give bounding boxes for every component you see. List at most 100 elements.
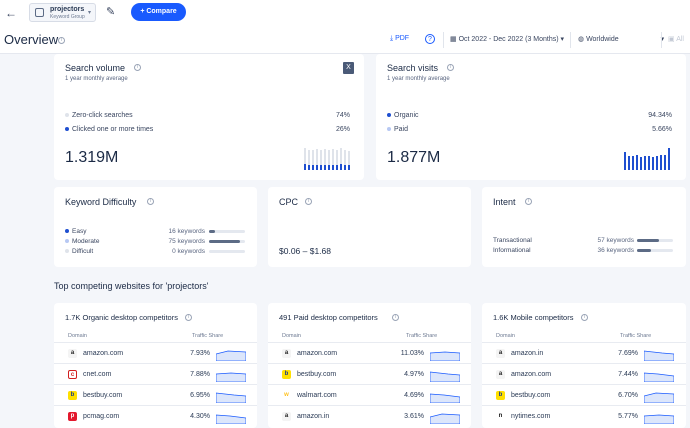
keyword-group-selector[interactable]: projectors Keyword Group ▾	[29, 3, 96, 22]
domain-name[interactable]: cnet.com	[83, 371, 111, 378]
traffic-sparkline	[430, 351, 460, 361]
difficulty-bar	[209, 240, 245, 243]
traffic-share-value: 11.03%	[400, 350, 424, 357]
domain-name[interactable]: nytimes.com	[511, 413, 550, 420]
traffic-share-header: Traffic Share	[406, 333, 438, 339]
table-row[interactable]: a amazon.com 7.44%	[482, 363, 686, 384]
info-icon[interactable]: i	[525, 198, 532, 205]
table-row[interactable]: p pcmag.com 4.30%	[54, 405, 257, 426]
domain-name[interactable]: pcmag.com	[83, 413, 119, 420]
mini-bar	[336, 150, 338, 170]
sparkline-path	[216, 350, 246, 361]
difficulty-bar-fill	[209, 240, 240, 243]
mini-bar-segment	[332, 165, 334, 170]
difficulty-bar	[209, 230, 245, 233]
info-icon[interactable]: i	[305, 198, 312, 205]
domain-name[interactable]: bestbuy.com	[297, 371, 336, 378]
table-row[interactable]: a amazon.com 11.03%	[268, 342, 471, 363]
difficulty-name: Moderate	[72, 238, 100, 245]
sparkline-path	[430, 371, 460, 382]
info-icon[interactable]: i	[185, 314, 192, 321]
mini-bar-segment	[324, 165, 326, 170]
search-volume-bars	[304, 146, 352, 170]
domain-name[interactable]: amazon.com	[511, 371, 551, 378]
info-icon[interactable]: i	[58, 37, 65, 44]
mini-bar	[660, 155, 662, 170]
mini-bar-segment	[308, 165, 310, 170]
mini-bar	[308, 150, 310, 170]
clicked-value: 26%	[335, 126, 350, 133]
card-title: CPC	[279, 197, 299, 207]
info-icon[interactable]: i	[147, 198, 154, 205]
domain-name[interactable]: bestbuy.com	[511, 392, 550, 399]
pencil-icon[interactable]: ✎	[106, 5, 115, 18]
traffic-sparkline	[430, 413, 460, 424]
amazon-icon: a	[496, 370, 505, 379]
legend-dot	[65, 113, 69, 118]
table-row[interactable]: b bestbuy.com 6.70%	[482, 384, 686, 405]
traffic-sparkline	[644, 414, 674, 424]
traffic-share-value: 7.93%	[190, 350, 210, 357]
info-icon[interactable]: i	[447, 64, 454, 71]
table-row[interactable]: n nytimes.com 5.77%	[482, 405, 686, 426]
difficulty-label: Difficult	[65, 248, 93, 255]
domain-name[interactable]: amazon.in	[511, 350, 543, 357]
divider	[661, 32, 662, 48]
table-row[interactable]: b bestbuy.com 4.97%	[268, 363, 471, 384]
table-row[interactable]: w walmart.com 4.69%	[268, 384, 471, 405]
table-row[interactable]: a amazon.com 7.93%	[54, 342, 257, 363]
intent-label: Transactional	[493, 237, 532, 244]
info-icon[interactable]: i	[392, 314, 399, 321]
mini-bar	[304, 148, 306, 170]
table-row[interactable]: c cnet.com 7.88%	[54, 363, 257, 384]
sparkline-path	[430, 351, 460, 361]
section-title: Top competing websites for 'projectors'	[54, 281, 209, 291]
domain-header: Domain	[496, 333, 515, 339]
legend-dot	[65, 239, 69, 244]
difficulty-name: Easy	[72, 228, 87, 235]
domain-name[interactable]: amazon.com	[297, 350, 337, 357]
card-title: Search volume	[65, 63, 126, 73]
paid-value: 5.66%	[652, 126, 672, 133]
organic-competitors-card: 1.7K Organic desktop competitors i Domain T…	[54, 303, 257, 428]
mini-bar-segment	[340, 164, 342, 170]
difficulty-label: Moderate	[65, 238, 99, 245]
domain-name[interactable]: amazon.in	[297, 413, 329, 420]
date-range-selector[interactable]: ▦ Oct 2022 - Dec 2022 (3 Months) ▾	[450, 35, 564, 43]
difficulty-count: 0 keywords	[172, 248, 205, 255]
card-title: Search visits	[387, 63, 439, 73]
legend-dot	[65, 127, 69, 132]
walmart-icon: w	[282, 391, 291, 400]
domain-name[interactable]: amazon.com	[83, 350, 123, 357]
mini-bar	[340, 148, 342, 170]
globe-icon: ◍	[578, 36, 585, 43]
table-row[interactable]: a amazon.in 3.61%	[268, 405, 471, 426]
mini-bar	[640, 157, 642, 170]
compare-button[interactable]: + Compare	[131, 3, 186, 21]
all-filter[interactable]: ▣ All	[668, 35, 684, 43]
traffic-share-value: 4.30%	[190, 413, 210, 420]
traffic-sparkline	[644, 392, 674, 403]
help-icon[interactable]: ?	[425, 34, 435, 44]
info-icon[interactable]: i	[134, 64, 141, 71]
mini-bar-segment	[344, 165, 346, 170]
info-icon[interactable]: i	[581, 314, 588, 321]
difficulty-bar-fill	[209, 230, 215, 233]
intent-bar	[637, 249, 673, 252]
amazon-icon: a	[282, 412, 291, 421]
traffic-sparkline	[644, 350, 674, 361]
traffic-share-value: 5.77%	[618, 413, 638, 420]
bestbuy-icon: b	[68, 391, 77, 400]
mini-bar	[652, 157, 654, 170]
table-row[interactable]: a amazon.in 7.69%	[482, 342, 686, 363]
back-arrow-icon[interactable]: ←	[5, 6, 17, 20]
traffic-share-header: Traffic Share	[620, 333, 652, 339]
pdf-export-button[interactable]: ⤓ PDF	[390, 35, 409, 43]
region-selector[interactable]: ◍ Worldwide ▾	[578, 35, 664, 43]
domain-name[interactable]: bestbuy.com	[83, 392, 122, 399]
excel-export-icon[interactable]: X	[343, 62, 354, 74]
sparkline-path	[644, 392, 674, 403]
domain-name[interactable]: walmart.com	[297, 392, 337, 399]
domain-header: Domain	[68, 333, 87, 339]
table-row[interactable]: b bestbuy.com 6.95%	[54, 384, 257, 405]
